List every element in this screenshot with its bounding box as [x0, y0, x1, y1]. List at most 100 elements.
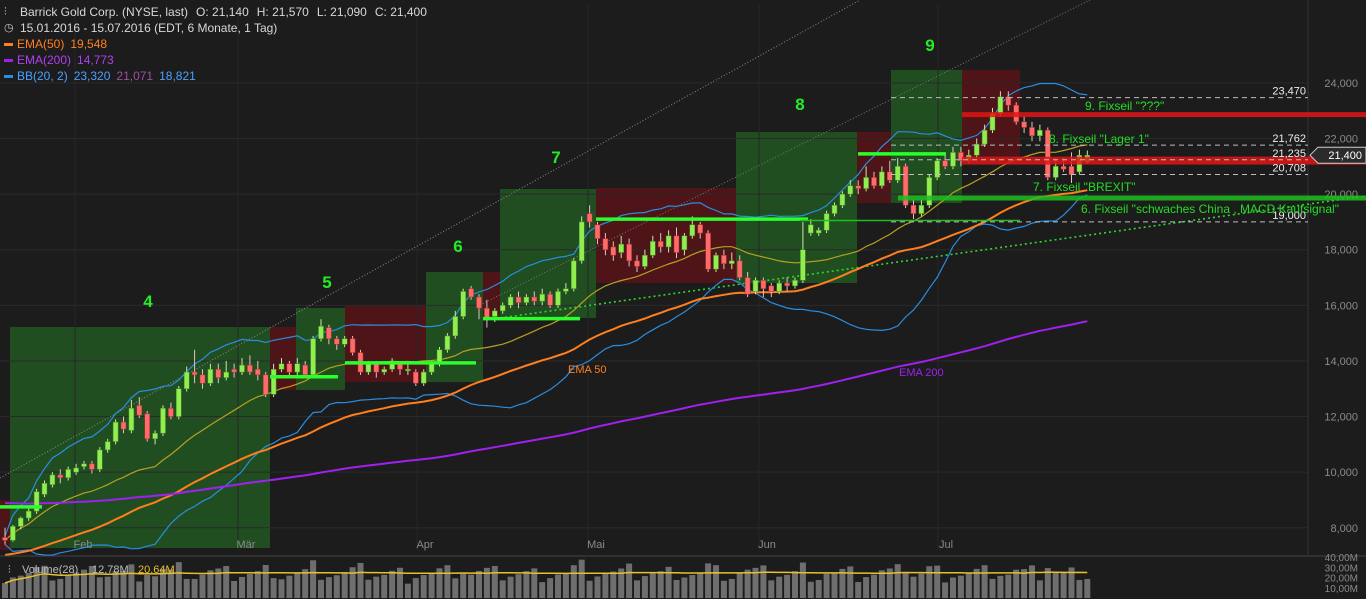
- candle-body: [444, 335, 451, 351]
- volume-label: Volume(28): [22, 564, 78, 576]
- candle-body: [499, 305, 506, 312]
- instrument-title: Barrick Gold Corp. (NYSE, last): [20, 5, 189, 19]
- candle-body: [365, 363, 372, 373]
- volume-bar: [673, 579, 680, 598]
- volume-tick-label: 10,00M: [1325, 584, 1358, 595]
- candle-body: [918, 205, 925, 214]
- candle-body: [642, 255, 648, 267]
- candle-body: [815, 230, 822, 234]
- wave-zone-green: [736, 132, 857, 283]
- y-tick-label: 8,000: [1330, 523, 1358, 535]
- volume-bar: [349, 567, 356, 598]
- legend-title-row: ⫶ Barrick Gold Corp. (NYSE, last) O: 21,…: [4, 4, 427, 20]
- candle-body: [1037, 129, 1043, 136]
- volume-bar: [697, 572, 704, 598]
- y-tick-label: 22,000: [1324, 134, 1358, 146]
- candle-body: [160, 407, 166, 434]
- volume-bar: [404, 583, 411, 598]
- candle-body: [594, 224, 601, 239]
- ema200-label: EMA(200): [17, 53, 72, 67]
- volume-bar: [871, 574, 877, 598]
- volume-bar: [847, 566, 854, 598]
- volume-bar: [476, 570, 482, 598]
- volume-bar: [539, 582, 546, 598]
- candle-body: [863, 177, 869, 189]
- volume-bar: [136, 581, 143, 598]
- volume-bar: [294, 572, 301, 598]
- candlestick-icon: ⫶: [4, 6, 7, 18]
- candle-body: [152, 432, 158, 440]
- legend-ema200-row[interactable]: EMA(200) 14,773: [4, 52, 427, 68]
- candle-body: [420, 371, 427, 384]
- wave-number-label: 6: [453, 237, 462, 256]
- candle-body: [871, 177, 877, 187]
- volume-bar: [175, 562, 182, 598]
- candle-body: [855, 185, 861, 189]
- candle-body: [492, 310, 498, 317]
- volume-bar: [499, 580, 506, 598]
- candle-body: [2, 537, 8, 541]
- volume-bar: [855, 582, 862, 598]
- volume-bar: [278, 579, 285, 598]
- candle-body: [831, 205, 838, 214]
- volume-bar: [807, 581, 814, 598]
- bb-swatch: [4, 74, 13, 78]
- volume-bar: [452, 578, 459, 598]
- candle-body: [176, 388, 182, 417]
- fixseil-annotation: 9. Fixseil "???": [1085, 99, 1164, 113]
- candle-body: [634, 260, 640, 267]
- candle-body: [1060, 166, 1067, 170]
- volume-bar: [65, 574, 72, 598]
- candle-body: [294, 363, 301, 373]
- volume-bar: [823, 573, 830, 598]
- volume-bar: [799, 562, 806, 598]
- candle-body: [776, 282, 782, 292]
- legend-range-row: ◷ 15.01.2016 - 15.07.2016 (EDT, 6 Monate…: [4, 20, 427, 36]
- legend-ema50-row[interactable]: EMA(50) 19,548: [4, 36, 427, 52]
- volume-tick-label: 20,00M: [1325, 574, 1358, 585]
- support-band-brexit: [898, 195, 1366, 201]
- volume-bar: [412, 578, 419, 598]
- candle-body: [578, 221, 585, 262]
- volume-bar: [562, 573, 569, 598]
- ema200-swatch: [4, 58, 13, 62]
- candle-body: [120, 421, 127, 430]
- volume-bar: [428, 572, 435, 598]
- volume-bar: [1052, 572, 1059, 598]
- candle-body: [262, 374, 269, 395]
- volume-bar: [1076, 579, 1083, 598]
- candle-body: [997, 96, 1004, 114]
- volume-bar: [73, 572, 80, 598]
- candle-body: [373, 363, 380, 373]
- candle-body: [128, 407, 135, 431]
- y-tick-label: 12,000: [1324, 412, 1358, 424]
- volume-bar: [318, 579, 324, 598]
- ema50-swatch: [4, 42, 13, 46]
- volume-bar: [491, 566, 498, 598]
- volume-bar: [1036, 580, 1043, 598]
- candle-body: [808, 224, 814, 234]
- volume-bar: [902, 572, 909, 598]
- candle-body: [255, 369, 261, 376]
- candle-body: [894, 166, 901, 181]
- clock-icon: ◷: [4, 22, 14, 34]
- x-tick-label: Jun: [758, 539, 776, 551]
- candle-body: [744, 277, 751, 295]
- volume-bar: [705, 563, 712, 598]
- candle-body: [278, 363, 285, 370]
- volume-bar: [547, 578, 554, 598]
- volume-bar: [1060, 571, 1067, 598]
- volume-bar: [815, 579, 822, 598]
- candle-body: [215, 369, 222, 378]
- ohlc-close: C: 21,400: [374, 5, 427, 19]
- volume-layer: 10,00M20,00M30,00M40,00M ⫶ Volume(28) 12,78…: [0, 553, 1366, 598]
- volume-bar: [713, 565, 719, 598]
- volume-bar: [270, 578, 277, 598]
- candle-body: [507, 296, 514, 306]
- wave-number-label: 9: [925, 36, 934, 55]
- candle-body: [468, 288, 474, 298]
- volume-bar: [341, 572, 348, 598]
- legend-bb-row[interactable]: BB(20, 2) 23,320 21,071 18,821: [4, 68, 427, 84]
- candle-body: [657, 241, 664, 248]
- ohlc-high: H: 21,570: [256, 5, 309, 19]
